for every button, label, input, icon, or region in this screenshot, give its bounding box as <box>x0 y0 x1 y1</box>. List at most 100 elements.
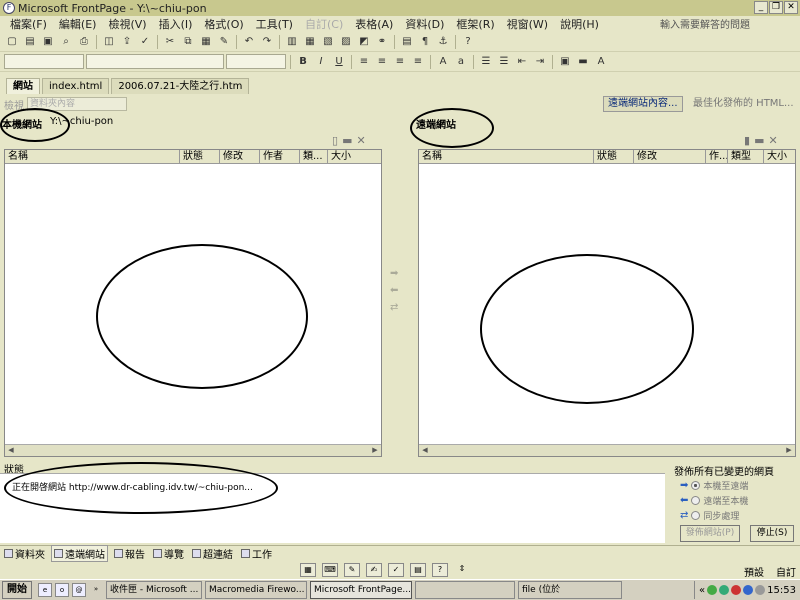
horizontal-scrollbar[interactable]: ◀ ▶ <box>419 444 795 456</box>
help-icon[interactable]: ? <box>432 563 448 577</box>
anchor-icon[interactable]: ⚓ <box>435 34 451 50</box>
show-all-icon[interactable]: ¶ <box>417 34 433 50</box>
tab-website[interactable]: 網站 <box>6 78 40 94</box>
arrow-right-icon[interactable]: ➡ <box>390 268 398 279</box>
format-painter-icon[interactable]: ✎ <box>216 34 232 50</box>
scroll-right-icon[interactable]: ▶ <box>783 445 795 456</box>
keyboard-icon[interactable]: ⌨ <box>322 563 338 577</box>
column-status[interactable]: 狀態 <box>180 150 220 163</box>
horizontal-scrollbar[interactable]: ◀ ▶ <box>5 444 381 456</box>
menu-edit[interactable]: 編輯(E) <box>53 16 103 32</box>
column-size[interactable]: 大小 <box>764 150 795 163</box>
task-inbox[interactable]: 收件匣 - Microsoft ... <box>106 581 202 599</box>
edit-icon[interactable]: ✍ <box>366 563 382 577</box>
tray-expand-icon[interactable]: « <box>699 585 705 596</box>
menu-format[interactable]: 格式(O) <box>198 16 249 32</box>
more-icon[interactable]: » <box>89 583 103 597</box>
sync-icon[interactable]: ⇄ <box>390 302 398 313</box>
tab-trip-page[interactable]: 2006.07.21-大陸之行.htm <box>111 78 250 94</box>
option-remote-to-local[interactable]: ⬅ 遠端至本機 <box>680 494 748 507</box>
option-synchronize[interactable]: ⇄ 同步處理 <box>680 509 739 522</box>
style-combo[interactable] <box>4 54 84 69</box>
font-combo[interactable] <box>86 54 224 69</box>
bullet-list-icon[interactable]: ☰ <box>496 54 512 70</box>
radio-remote-to-local[interactable] <box>691 496 701 505</box>
column-status[interactable]: 狀態 <box>594 150 634 163</box>
redo-icon[interactable]: ↷ <box>259 34 275 50</box>
copy-icon[interactable]: ⧉ <box>180 34 196 50</box>
view-tab-reports[interactable]: 報告 <box>112 546 147 561</box>
start-button[interactable]: 開始 <box>2 581 32 599</box>
new-page-icon[interactable]: ▯ <box>332 134 338 147</box>
scroll-right-icon[interactable]: ▶ <box>369 445 381 456</box>
undo-icon[interactable]: ↶ <box>241 34 257 50</box>
drawing-icon[interactable]: ◩ <box>356 34 372 50</box>
task-file[interactable]: file (位於 <box>518 581 622 599</box>
justify-icon[interactable]: ≡ <box>410 54 426 70</box>
font-shrink-icon[interactable]: a <box>453 54 469 70</box>
chart-icon[interactable]: ▤ <box>410 563 426 577</box>
column-modified[interactable]: 修改 <box>634 150 706 163</box>
view-tab-hyperlinks[interactable]: 超連結 <box>190 546 235 561</box>
antivirus-icon[interactable] <box>731 585 742 595</box>
menu-table[interactable]: 表格(A) <box>349 16 399 32</box>
new-folder-icon[interactable]: ▬ <box>754 134 764 147</box>
menu-tools[interactable]: 工具(T) <box>250 16 299 32</box>
italic-icon[interactable]: I <box>313 54 329 70</box>
delete-icon[interactable]: ✕ <box>768 134 777 147</box>
font-grow-icon[interactable]: A <box>435 54 451 70</box>
update-icon[interactable] <box>743 585 754 595</box>
spell-check-icon[interactable]: ✓ <box>137 34 153 50</box>
spell-icon[interactable]: ✓ <box>388 563 404 577</box>
column-modified[interactable]: 修改 <box>220 150 260 163</box>
display-icon[interactable]: ▦ <box>300 563 316 577</box>
column-name[interactable]: 名稱 <box>5 150 180 163</box>
optimize-html-button[interactable]: 最佳化發佈的 HTML... <box>688 96 799 112</box>
menu-data[interactable]: 資料(D) <box>399 16 450 32</box>
new-page-icon[interactable]: ▮ <box>744 134 750 147</box>
minimize-button[interactable]: _ <box>754 1 768 14</box>
tab-index-html[interactable]: index.html <box>42 78 110 94</box>
view-tab-tasks[interactable]: 工作 <box>239 546 274 561</box>
maximize-button[interactable]: ❐ <box>769 1 783 14</box>
publish-website-button[interactable]: 發佈網站(P) <box>680 525 740 542</box>
align-right-icon[interactable]: ≡ <box>392 54 408 70</box>
new-folder-icon[interactable]: ▬ <box>342 134 352 147</box>
task-frontpage[interactable]: Microsoft FrontPage... <box>310 581 412 599</box>
stop-button[interactable]: 停止(S) <box>750 525 794 542</box>
column-author[interactable]: 作者 <box>260 150 300 163</box>
web-component-icon[interactable]: ▥ <box>284 34 300 50</box>
messenger-icon[interactable] <box>707 585 718 595</box>
remote-content-button[interactable]: 遠端網站內容... <box>603 96 683 112</box>
network-icon[interactable] <box>719 585 730 595</box>
option-local-to-remote[interactable]: ➡ 本機至遠端 <box>680 479 748 492</box>
publish-icon[interactable]: ⇪ <box>119 34 135 50</box>
cut-icon[interactable]: ✂ <box>162 34 178 50</box>
task-folder[interactable] <box>415 581 515 599</box>
scroll-left-icon[interactable]: ◀ <box>5 445 17 456</box>
search-icon[interactable]: ⌕ <box>58 34 74 50</box>
outlook-icon[interactable]: o <box>55 583 69 597</box>
paste-icon[interactable]: ▦ <box>198 34 214 50</box>
menu-frames[interactable]: 框架(R) <box>450 16 500 32</box>
column-type[interactable]: 類型 <box>728 150 764 163</box>
highlight-icon[interactable]: ▬ <box>575 54 591 70</box>
increase-indent-icon[interactable]: ⇥ <box>532 54 548 70</box>
folder-list-icon[interactable]: ▤ <box>399 34 415 50</box>
insert-layer-icon[interactable]: ▧ <box>320 34 336 50</box>
volume-icon[interactable] <box>755 585 766 595</box>
menu-view[interactable]: 檢視(V) <box>102 16 152 32</box>
underline-icon[interactable]: U <box>331 54 347 70</box>
ie-icon[interactable]: e <box>38 583 52 597</box>
align-center-icon[interactable]: ≡ <box>374 54 390 70</box>
column-size[interactable]: 大小 <box>328 150 381 163</box>
open-folder-icon[interactable]: ▤ <box>22 34 38 50</box>
size-combo[interactable] <box>226 54 286 69</box>
view-tab-folders[interactable]: 資料夾 <box>2 546 47 561</box>
view-tab-remote-site[interactable]: 遠端網站 <box>51 545 108 562</box>
align-left-icon[interactable]: ≡ <box>356 54 372 70</box>
numbered-list-icon[interactable]: ☰ <box>478 54 494 70</box>
view-tab-navigation[interactable]: 導覽 <box>151 546 186 561</box>
save-icon[interactable]: ▣ <box>40 34 56 50</box>
menu-window[interactable]: 視窗(W) <box>501 16 554 32</box>
